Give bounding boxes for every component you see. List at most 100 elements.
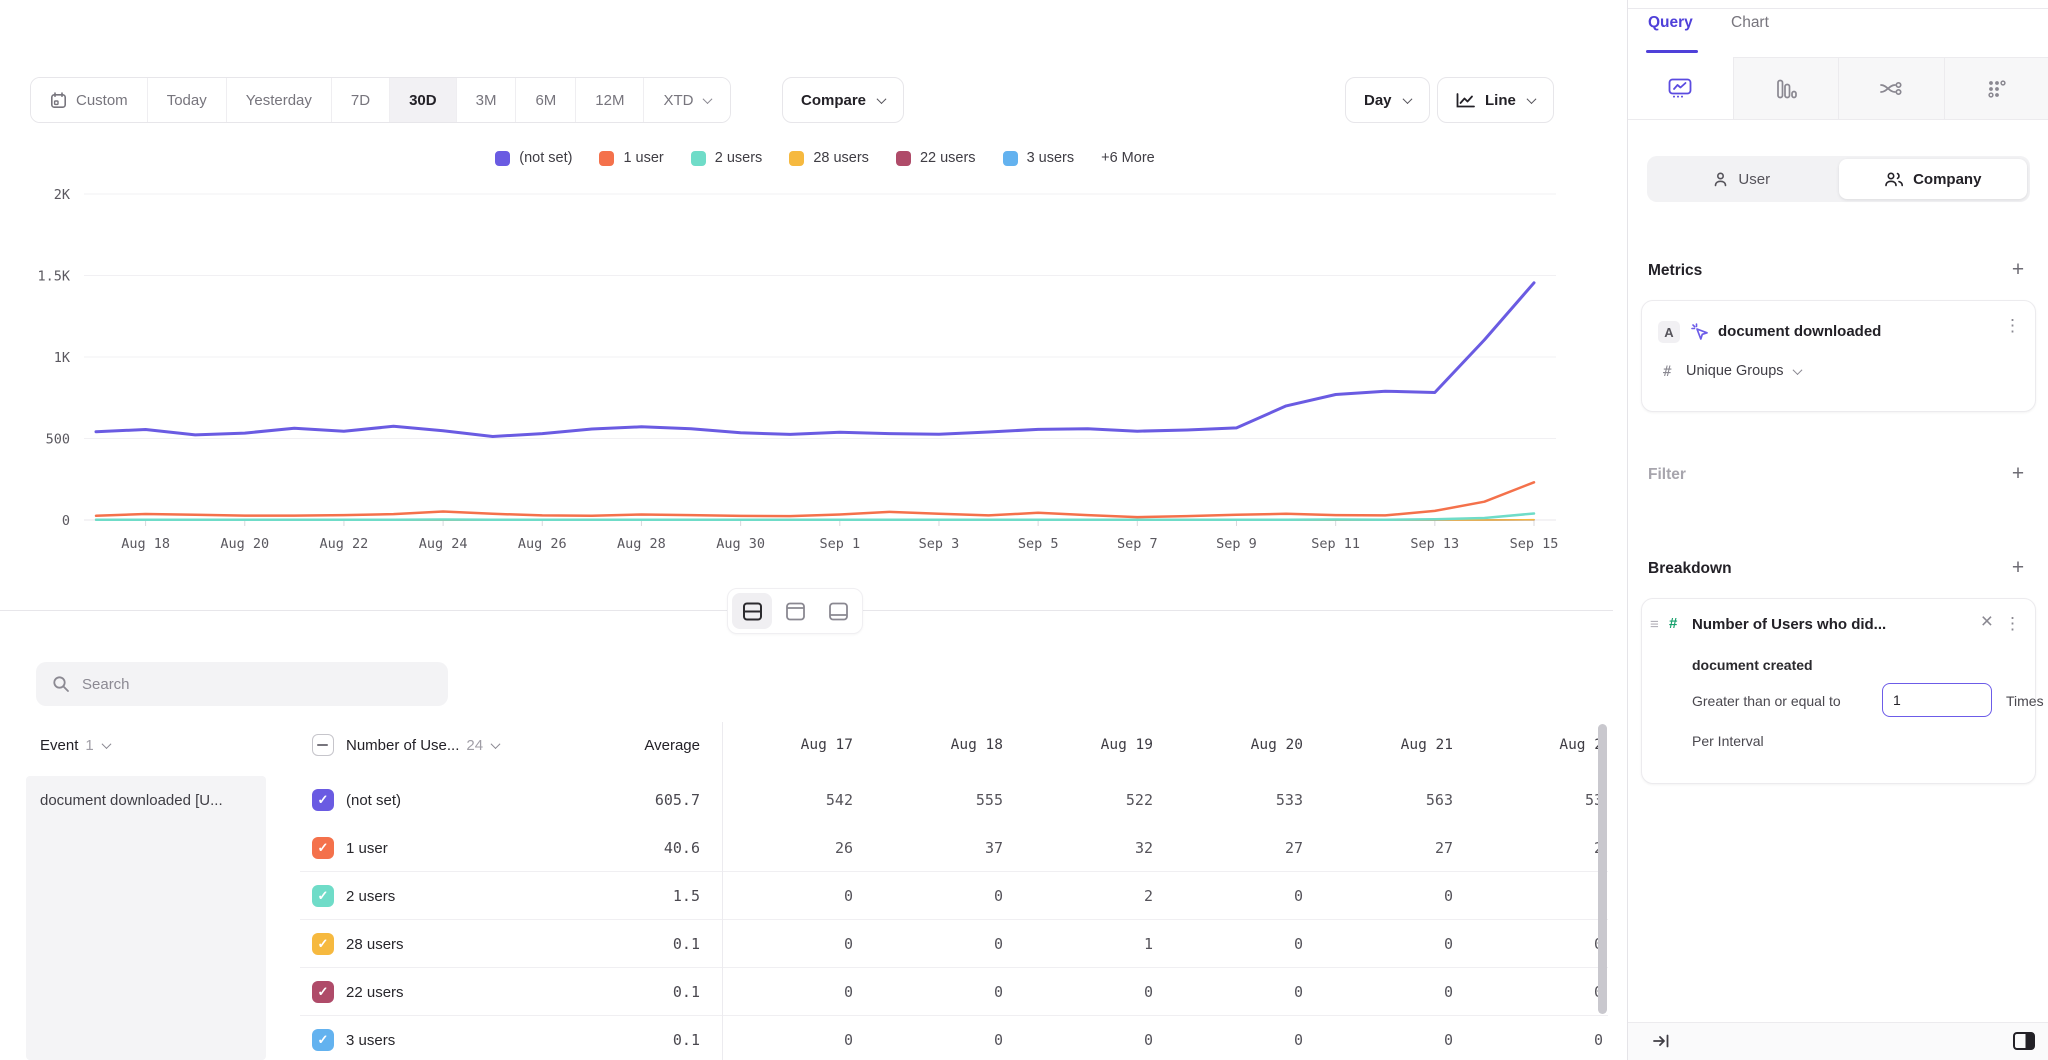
legend-more-button[interactable]: +6 More	[1101, 150, 1155, 166]
legend-label: 1 user	[623, 150, 663, 166]
row-label: 1 user	[346, 824, 388, 872]
row-average: 0.1	[560, 968, 700, 1016]
scope-user-button[interactable]: User	[1647, 156, 1836, 202]
table-row: ✓28 users0.1001000	[0, 920, 1608, 968]
select-all-checkbox[interactable]	[312, 734, 334, 756]
aggregation-dropdown[interactable]: Unique Groups	[1686, 363, 1801, 379]
layout-toggle-group	[727, 588, 863, 634]
x-axis-label: Aug 28	[617, 536, 666, 552]
row-value: 0	[1453, 920, 1603, 968]
range-custom[interactable]: Custom	[31, 78, 147, 122]
chart-type-line-button[interactable]	[1628, 57, 1733, 119]
row-average: 605.7	[560, 776, 700, 824]
row-values: 00200	[703, 872, 1608, 920]
row-value: 0	[703, 968, 853, 1016]
row-checkbox[interactable]: ✓	[312, 789, 334, 811]
breakdown-event-name: document created	[1692, 657, 1813, 673]
table-scrollbar[interactable]	[1598, 722, 1607, 1052]
row-value: 1	[1003, 920, 1153, 968]
breakdown-card[interactable]: ≡ # Number of Users who did... × ⋮ docum…	[1641, 598, 2036, 784]
date-column-headers: Aug 17Aug 18Aug 19Aug 20Aug 21Aug 2	[703, 722, 1608, 768]
row-value: 27	[1153, 824, 1303, 872]
row-values: 000000	[703, 1016, 1608, 1060]
filter-heading: Filter	[1648, 466, 1686, 484]
table-row: ✓(not set)605.754255552253356353	[0, 776, 1608, 824]
row-value: 26	[703, 824, 853, 872]
drag-handle-icon[interactable]: ≡	[1650, 616, 1659, 633]
metric-menu-button[interactable]: ⋮	[2004, 317, 2021, 334]
chart-type-bar-button[interactable]	[1733, 57, 1839, 119]
add-breakdown-button[interactable]: +	[2006, 556, 2030, 580]
range-12m[interactable]: 12M	[575, 78, 643, 122]
breakdown-menu-button[interactable]: ⋮	[2004, 615, 2021, 632]
interval-dropdown[interactable]: Day	[1345, 77, 1430, 123]
row-checkbox[interactable]: ✓	[312, 1029, 334, 1051]
legend-item[interactable]: 1 user	[599, 150, 663, 166]
row-checkbox[interactable]: ✓	[312, 933, 334, 955]
scope-company-button[interactable]: Company	[1839, 159, 2028, 199]
layout-chart-only-button[interactable]	[775, 593, 815, 629]
date-range-group: CustomTodayYesterday7D30D3M6M12M XTD	[30, 77, 731, 123]
date-column-header[interactable]: Aug 20	[1153, 722, 1303, 768]
toggle-side-panel-button[interactable]	[2012, 1031, 2036, 1054]
collapse-panel-button[interactable]	[1652, 1032, 1670, 1053]
range-6m[interactable]: 6M	[515, 78, 575, 122]
series-column-header[interactable]: Number of Use... 24	[346, 722, 499, 768]
range-7d[interactable]: 7D	[331, 78, 389, 122]
add-metric-button[interactable]: +	[2006, 258, 2030, 282]
range-today[interactable]: Today	[147, 78, 226, 122]
table-row: ✓1 user40.626373227272	[0, 824, 1608, 872]
x-axis-label: Sep 5	[1018, 536, 1059, 552]
tab-query[interactable]: Query	[1648, 14, 1693, 32]
search-input[interactable]	[82, 676, 432, 693]
layout-split-button[interactable]	[732, 593, 772, 629]
legend-item[interactable]: 28 users	[789, 150, 869, 166]
layout-table-only-button[interactable]	[818, 593, 858, 629]
tab-chart[interactable]: Chart	[1731, 14, 1769, 32]
legend-item[interactable]: 22 users	[896, 150, 976, 166]
legend-item[interactable]: (not set)	[495, 150, 572, 166]
range-xtd[interactable]: XTD	[643, 78, 730, 122]
close-icon[interactable]: ×	[1981, 611, 1993, 632]
x-axis-label: Sep 3	[919, 536, 960, 552]
legend-swatch	[896, 151, 911, 166]
legend-swatch	[789, 151, 804, 166]
row-value: 533	[1153, 776, 1303, 824]
row-checkbox[interactable]: ✓	[312, 981, 334, 1003]
range-30d[interactable]: 30D	[389, 78, 456, 122]
chart-type-flow-button[interactable]	[1838, 57, 1944, 119]
legend-swatch	[1003, 151, 1018, 166]
chart-type-dots-button[interactable]	[1944, 57, 2048, 119]
legend-item[interactable]: 2 users	[691, 150, 763, 166]
chart-type-dropdown[interactable]: Line	[1437, 77, 1554, 123]
breakdown-condition-label[interactable]: Greater than or equal to	[1692, 693, 1841, 709]
add-filter-button[interactable]: +	[2006, 462, 2030, 486]
series-count: 24	[466, 737, 483, 754]
line-chart[interactable]: 05001K1.5K2KAug 18Aug 20Aug 22Aug 24Aug …	[0, 182, 1610, 562]
row-value: 0	[1153, 920, 1303, 968]
metric-card[interactable]: A document downloaded ⋮ # Unique Groups	[1641, 300, 2036, 412]
date-column-header[interactable]: Aug 2	[1453, 722, 1603, 768]
event-count: 1	[85, 737, 93, 754]
chevron-down-icon	[491, 739, 501, 749]
range-3m[interactable]: 3M	[456, 78, 516, 122]
breakdown-value-input[interactable]	[1882, 683, 1992, 717]
legend-item[interactable]: 3 users	[1003, 150, 1075, 166]
date-column-header[interactable]: Aug 18	[853, 722, 1003, 768]
aggregation-label: Unique Groups	[1686, 363, 1784, 379]
range-label: XTD	[663, 92, 693, 109]
split-view-icon	[742, 602, 763, 621]
compare-button[interactable]: Compare	[782, 77, 904, 123]
range-yesterday[interactable]: Yesterday	[226, 78, 331, 122]
date-column-header[interactable]: Aug 19	[1003, 722, 1153, 768]
breakdown-per-interval-label[interactable]: Per Interval	[1692, 733, 1764, 749]
date-column-header[interactable]: Aug 17	[703, 722, 853, 768]
series-line-1-user	[96, 482, 1534, 517]
metrics-heading: Metrics	[1648, 262, 1702, 280]
date-column-header[interactable]: Aug 21	[1303, 722, 1453, 768]
row-checkbox[interactable]: ✓	[312, 837, 334, 859]
row-value: 0	[703, 872, 853, 920]
row-checkbox[interactable]: ✓	[312, 885, 334, 907]
event-column-header[interactable]: Event 1	[40, 722, 110, 768]
x-axis-label: Aug 26	[518, 536, 567, 552]
